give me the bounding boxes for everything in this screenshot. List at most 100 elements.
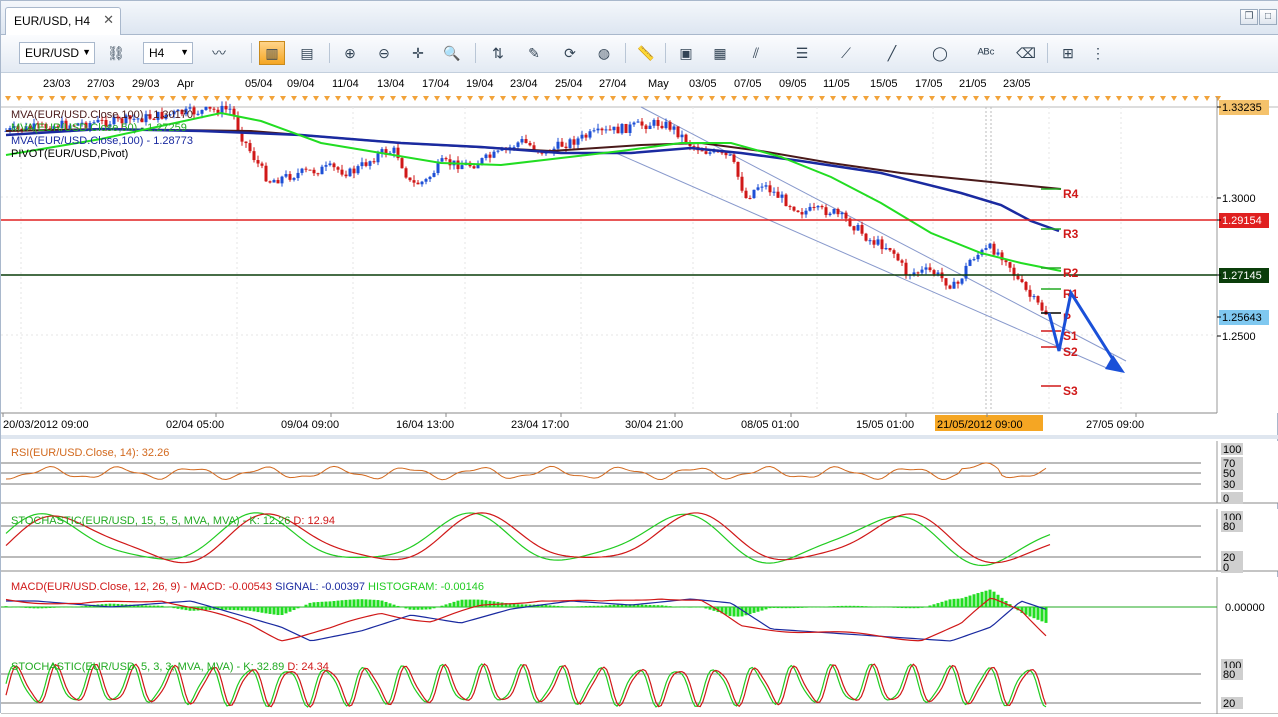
macd-histogram-bar (204, 607, 208, 611)
candle-body (400, 158, 404, 169)
macd-histogram-bar (404, 607, 408, 609)
candle-body (1040, 302, 1044, 311)
lines-tool-icon[interactable]: ⫽ (743, 41, 769, 65)
ellipse-icon[interactable]: ◯ (927, 41, 953, 65)
pivot-label: S3 (1063, 384, 1078, 398)
refresh-icon[interactable]: ⟳ (557, 41, 583, 65)
candle-body (888, 248, 892, 251)
candle-body (252, 151, 256, 161)
macd-histogram-bar (180, 607, 184, 610)
restore-icon[interactable]: ❐ (1240, 9, 1258, 25)
candle-body (1036, 296, 1040, 303)
macd-histogram-bar (816, 606, 820, 608)
candle-body (484, 154, 488, 159)
panel-splitter[interactable] (1, 435, 1278, 439)
template-icon[interactable]: ▦ (707, 41, 733, 65)
eraser-icon[interactable]: ⌫ (1013, 41, 1039, 65)
macd-histogram-bar (32, 607, 36, 609)
macd-histogram-bar (240, 607, 244, 611)
candle-body (284, 174, 288, 177)
macd-histogram-bar (940, 601, 944, 607)
candle-body (224, 105, 228, 110)
zoom-in-icon[interactable]: ⊕ (337, 41, 363, 65)
macd-histogram-bar (668, 606, 672, 607)
chart-type-icon[interactable]: 〰 (206, 41, 232, 65)
macd-histogram-bar (520, 604, 524, 607)
symbol-select[interactable]: EUR/USD ▼ (19, 42, 95, 64)
fan-icon[interactable]: ⟋ (833, 41, 859, 65)
macd-histogram-bar (840, 605, 844, 607)
magnifier-icon[interactable]: 🔍 (439, 41, 465, 65)
time-label: 09/04 09:00 (281, 419, 339, 431)
candle-body (660, 125, 664, 129)
zoom-out-icon[interactable]: ⊖ (371, 41, 397, 65)
macd-histogram-bar (288, 607, 292, 612)
edit-icon[interactable]: ✎ (521, 41, 547, 65)
ruler-icon[interactable]: 📏 (633, 41, 659, 65)
top-date-label: 11/04 (332, 78, 359, 90)
candle-body (472, 166, 476, 169)
chart-area[interactable]: 23/03 27/03 29/03 Apr 05/04 09/04 11/04 13/04 17… (1, 73, 1278, 715)
macd-histogram-bar (268, 607, 272, 614)
macd-histogram-bar (152, 605, 156, 607)
macd-histogram-bar (428, 607, 432, 610)
chart-canvas[interactable]: 23/03 27/03 29/03 Apr 05/04 09/04 11/04 13/04 17… (1, 73, 1278, 715)
macd-histogram-bar (64, 607, 68, 608)
candle-body (872, 240, 876, 245)
macd-histogram-bar (640, 604, 644, 607)
macd-histogram-bar (884, 607, 888, 608)
candle-body (916, 272, 920, 274)
macd-histogram-bar (584, 606, 588, 607)
candle-body (460, 165, 464, 170)
indicator-icon[interactable]: ⇅ (485, 41, 511, 65)
macd-histogram-bar (928, 605, 932, 607)
macd-histogram-bar (4, 606, 8, 607)
timeframe-select[interactable]: H4 ▼ (143, 42, 193, 64)
chart-tab[interactable]: EUR/USD, H4 ✕ (5, 7, 121, 35)
crosshair-icon[interactable]: ✛ (405, 41, 431, 65)
trendline-icon[interactable]: ╱ (879, 41, 905, 65)
text-tool-icon[interactable]: ᴬᴮᶜ (973, 41, 999, 65)
candle-body (1032, 296, 1036, 298)
link-icon[interactable]: ⛓ (103, 41, 129, 65)
candle-body (796, 210, 800, 213)
candle-body (960, 278, 964, 284)
maximize-icon[interactable]: □ (1259, 9, 1277, 25)
macd-histogram-bar (916, 607, 920, 609)
candle-body (604, 129, 608, 131)
macd-histogram-bar (252, 607, 256, 612)
macd-histogram-bar (432, 607, 436, 609)
candle-body (1024, 282, 1028, 290)
horizontal-lines-icon[interactable]: ☰ (789, 41, 815, 65)
candle-body (376, 153, 380, 163)
macd-histogram-bar (864, 606, 868, 607)
top-date-label: 15/05 (870, 78, 898, 90)
macd-histogram-bar (284, 607, 288, 614)
candle-body (924, 267, 928, 270)
hierarchy-icon[interactable]: ⊞ (1055, 41, 1081, 65)
bar-chart-icon[interactable]: ▤ (294, 41, 320, 65)
scale-label: 0 (1223, 562, 1229, 574)
close-icon[interactable]: ✕ (103, 12, 114, 28)
candle-body (228, 108, 232, 110)
candle-body (932, 270, 936, 275)
more-icon[interactable]: ⋮ (1085, 41, 1111, 65)
candle-body (772, 191, 776, 193)
legend-entry: MVA(EUR/USD.Close,100) - 1.30170 (11, 109, 193, 121)
candle-body (668, 121, 672, 130)
candle-body (200, 109, 204, 114)
candle-body (264, 165, 268, 182)
candle-body (444, 158, 448, 160)
candle-body (592, 130, 596, 132)
macd-histogram-bar (248, 607, 252, 611)
macd-histogram-bar (356, 599, 360, 607)
image-icon[interactable]: ▣ (673, 41, 699, 65)
candle-body (608, 129, 612, 131)
macd-histogram-bar (676, 606, 680, 608)
candlestick-icon[interactable]: ▥ (259, 41, 285, 65)
globe-icon[interactable]: ◍ (591, 41, 617, 65)
macd-histogram-bar (52, 607, 56, 608)
macd-histogram-bar (144, 605, 148, 607)
top-date-label: 23/04 (510, 78, 538, 90)
macd-histogram-bar (440, 605, 444, 607)
